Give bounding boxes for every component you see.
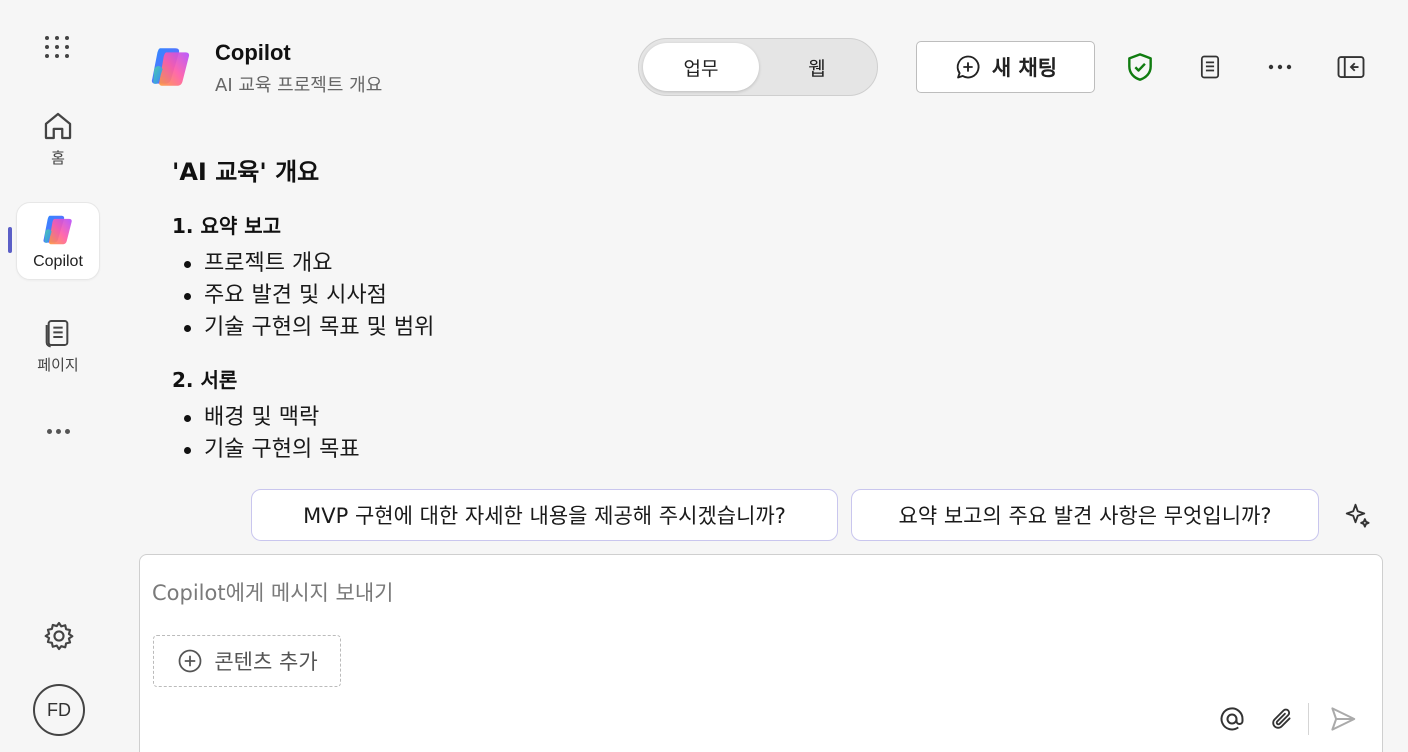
mode-toggle: 업무 웹 bbox=[638, 38, 878, 96]
rail-item-pages[interactable]: 페이지 bbox=[16, 310, 100, 380]
side-panel-button[interactable] bbox=[1330, 46, 1372, 88]
bullet-list: 배경 및 맥락 기술 구현의 목표 bbox=[172, 402, 1322, 466]
notes-button[interactable] bbox=[1189, 46, 1231, 88]
gear-icon bbox=[44, 621, 74, 651]
add-content-label: 콘텐츠 추가 bbox=[214, 650, 318, 674]
ellipsis-icon bbox=[1268, 64, 1292, 70]
home-icon bbox=[44, 112, 72, 139]
copilot-logo-icon bbox=[151, 48, 190, 86]
suggestion-chip[interactable]: 요약 보고의 주요 발견 사항은 무엇입니까? bbox=[851, 489, 1319, 541]
notebook-icon bbox=[1200, 55, 1220, 79]
settings-button[interactable] bbox=[38, 615, 80, 657]
avatar[interactable]: FD bbox=[33, 684, 85, 736]
copilot-logo-icon bbox=[43, 215, 72, 245]
response-content: 'AI 교육' 개요 1. 요약 보고 프로젝트 개요 주요 발견 및 시사점 … bbox=[172, 152, 1322, 466]
mode-work-option[interactable]: 업무 bbox=[643, 43, 759, 91]
add-circle-icon bbox=[178, 649, 202, 673]
bullet-list: 프로젝트 개요 주요 발견 및 시사점 기술 구현의 목표 및 범위 bbox=[172, 248, 1322, 344]
sparkle-icon bbox=[1345, 503, 1370, 528]
list-item: 프로젝트 개요 bbox=[172, 248, 1322, 280]
send-button[interactable] bbox=[1323, 699, 1363, 739]
toolbar-divider bbox=[1308, 703, 1309, 735]
list-item: 주요 발견 및 시사점 bbox=[172, 280, 1322, 312]
message-input[interactable] bbox=[152, 573, 1352, 613]
new-chat-button[interactable]: 새 채팅 bbox=[916, 41, 1095, 93]
response-heading: 'AI 교육' 개요 bbox=[172, 158, 320, 186]
conversation-title: AI 교육 프로젝트 개요 bbox=[215, 75, 383, 96]
add-content-button[interactable]: 콘텐츠 추가 bbox=[153, 635, 341, 687]
mention-button[interactable] bbox=[1212, 699, 1252, 739]
list-item: 배경 및 맥락 bbox=[172, 402, 1322, 434]
new-chat-label: 새 채팅 bbox=[991, 56, 1058, 80]
attach-button[interactable] bbox=[1262, 699, 1302, 739]
shield-button[interactable] bbox=[1119, 46, 1161, 88]
app-title: Copilot bbox=[215, 40, 291, 65]
message-composer: 콘텐츠 추가 bbox=[139, 554, 1383, 752]
rail-item-label: Copilot bbox=[33, 253, 83, 270]
mode-web-option[interactable]: 웹 bbox=[761, 43, 873, 91]
panel-collapse-icon bbox=[1337, 56, 1365, 78]
add-chat-icon bbox=[956, 55, 980, 79]
at-sign-icon bbox=[1220, 707, 1244, 731]
rail-item-label: 홈 bbox=[51, 148, 65, 167]
list-item: 기술 구현의 목표 bbox=[172, 434, 1322, 466]
rail-item-copilot[interactable]: Copilot bbox=[16, 202, 100, 280]
more-options-icon[interactable] bbox=[1259, 46, 1301, 88]
section-title: 2. 서론 bbox=[172, 368, 238, 392]
rail-item-label: 페이지 bbox=[37, 355, 79, 374]
rail-more-icon[interactable] bbox=[40, 416, 76, 446]
paperclip-icon bbox=[1272, 708, 1291, 729]
app-launcher-icon[interactable] bbox=[40, 30, 74, 64]
more-suggestions-button[interactable] bbox=[1338, 496, 1378, 536]
pages-icon bbox=[45, 319, 69, 347]
shield-check-icon bbox=[1128, 53, 1152, 81]
send-icon bbox=[1331, 707, 1356, 731]
list-item: 기술 구현의 목표 및 범위 bbox=[172, 312, 1322, 344]
left-rail: 홈 Copilot 페이지 FD bbox=[0, 0, 118, 752]
suggestion-chip[interactable]: MVP 구현에 대한 자세한 내용을 제공해 주시겠습니까? bbox=[251, 489, 838, 541]
rail-item-home[interactable]: 홈 bbox=[16, 102, 100, 174]
section-title: 1. 요약 보고 bbox=[172, 214, 282, 238]
active-indicator bbox=[8, 227, 12, 253]
